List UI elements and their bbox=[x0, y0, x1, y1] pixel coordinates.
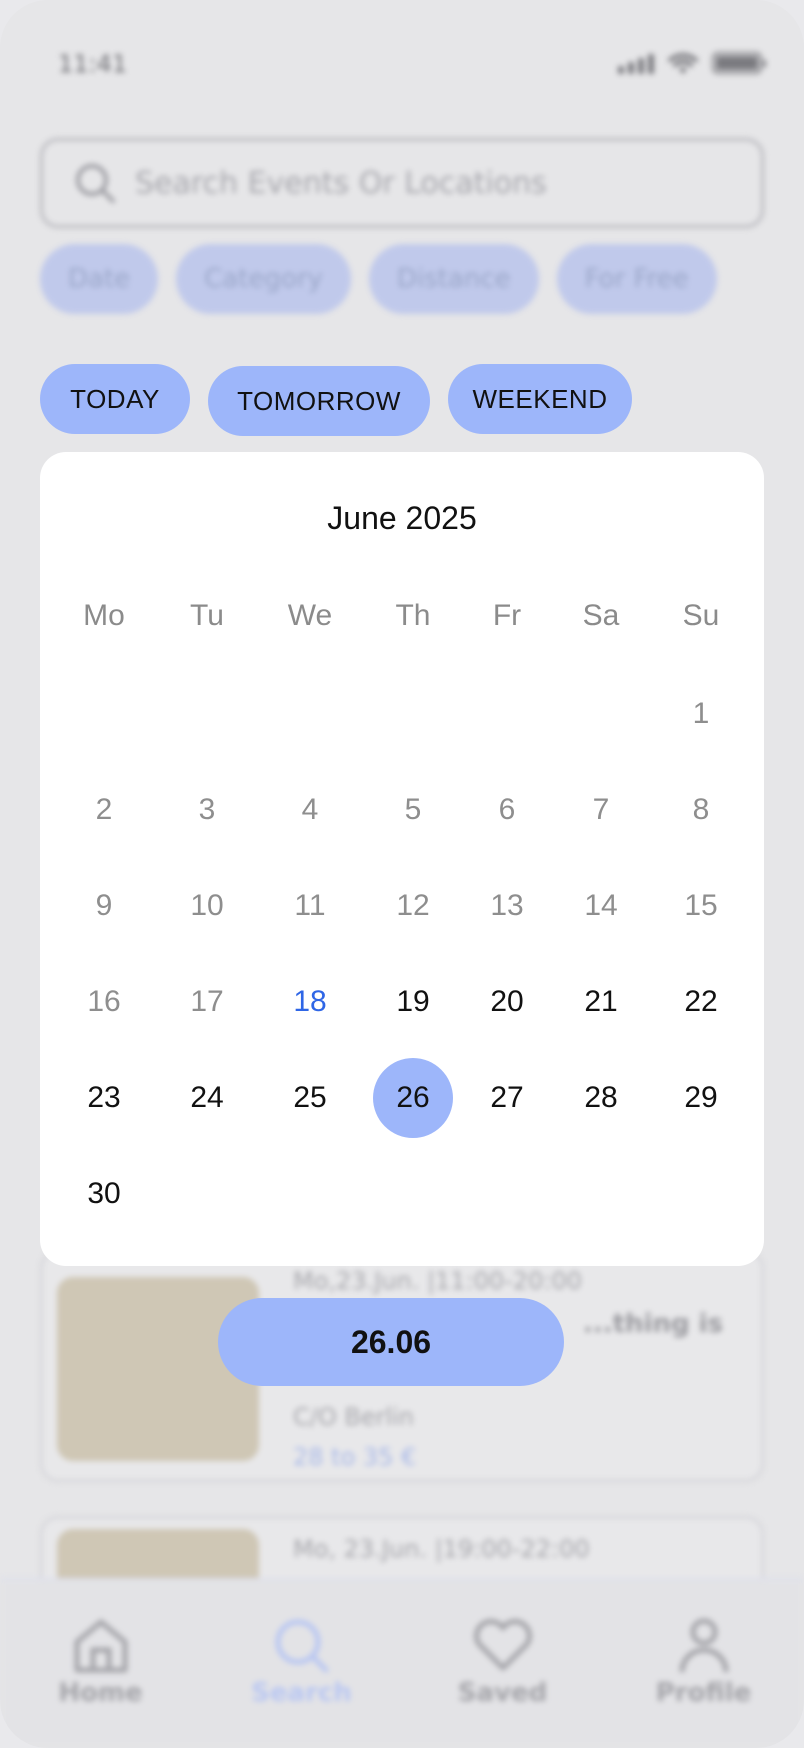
tab-bar: Home Search Saved Profile bbox=[0, 1578, 804, 1748]
calendar-day: 4 bbox=[301, 793, 319, 826]
search-icon bbox=[76, 164, 115, 203]
calendar-day: 7 bbox=[592, 793, 610, 826]
calendar-day: 6 bbox=[498, 793, 516, 826]
home-icon bbox=[74, 1619, 127, 1673]
event-price: 28 to 35 € bbox=[293, 1443, 417, 1471]
event-date: Mo, 23.Jun. |19:00-22:00 bbox=[293, 1535, 590, 1563]
tab-saved[interactable]: Saved bbox=[423, 1616, 583, 1708]
calendar-day[interactable]: 25 bbox=[270, 1058, 350, 1138]
search-placeholder: Search Events Or Locations bbox=[135, 165, 547, 201]
calendar-day-selected[interactable]: 26 bbox=[373, 1058, 453, 1138]
confirm-date-button[interactable]: 26.06 bbox=[218, 1298, 564, 1386]
calendar-day: 10 bbox=[190, 889, 224, 922]
weekday-header-tu: Tu bbox=[190, 599, 224, 632]
heart-icon bbox=[473, 1619, 532, 1671]
calendar-day[interactable]: 24 bbox=[167, 1058, 247, 1138]
filter-date[interactable]: Date bbox=[40, 244, 159, 314]
calendar-day[interactable]: 21 bbox=[561, 962, 641, 1042]
calendar-day: 16 bbox=[87, 985, 121, 1018]
calendar-day: 14 bbox=[584, 889, 618, 922]
event-title: ...thing is bbox=[583, 1309, 724, 1339]
tab-profile-label: Profile bbox=[655, 1678, 752, 1708]
weekday-header-fr: Fr bbox=[492, 599, 522, 632]
tab-saved-label: Saved bbox=[457, 1678, 548, 1708]
cellular-signal-icon bbox=[618, 54, 654, 74]
search-icon bbox=[275, 1619, 328, 1673]
status-icons bbox=[618, 52, 766, 74]
weekday-header-mo: Mo bbox=[83, 599, 125, 632]
calendar-day[interactable]: 29 bbox=[661, 1058, 741, 1138]
calendar-day: 1 bbox=[692, 697, 710, 730]
tab-profile[interactable]: Profile bbox=[624, 1616, 784, 1708]
calendar-day: 9 bbox=[95, 889, 113, 922]
calendar-day: 17 bbox=[190, 985, 224, 1018]
calendar-day[interactable]: 19 bbox=[373, 962, 453, 1042]
quick-date-chips: TODAY TOMORROW WEEKEND bbox=[40, 364, 632, 436]
tab-search-label: Search bbox=[251, 1678, 352, 1708]
calendar-day: 2 bbox=[95, 793, 113, 826]
filter-bar: Date Category Distance For Free bbox=[40, 244, 717, 314]
calendar-popup: June 2025 Mo Tu We Th Fr Sa Su 1 2 3 4 5 6 7 8 9 10 11 12 1… bbox=[40, 452, 764, 1266]
calendar-day[interactable]: 22 bbox=[661, 962, 741, 1042]
calendar-month-title: June 2025 bbox=[327, 500, 477, 536]
calendar-day: 8 bbox=[692, 793, 710, 826]
phone-screen: 11:41 Search Events Or Locations Date Ca… bbox=[0, 0, 804, 1748]
filter-distance[interactable]: Distance bbox=[368, 244, 539, 314]
calendar-day[interactable]: 23 bbox=[64, 1058, 144, 1138]
wifi-icon bbox=[668, 53, 698, 73]
chip-today[interactable]: TODAY bbox=[40, 364, 190, 434]
calendar-day: 5 bbox=[404, 793, 422, 826]
calendar-day: 3 bbox=[198, 793, 216, 826]
event-date: Mo,23.Jun. |11:00-20:00 bbox=[293, 1267, 583, 1295]
calendar-day: 13 bbox=[490, 889, 524, 922]
filter-category[interactable]: Category bbox=[176, 244, 351, 314]
calendar-day: 11 bbox=[294, 889, 326, 922]
weekday-header-su: Su bbox=[682, 599, 720, 632]
battery-icon bbox=[712, 52, 766, 74]
calendar-day[interactable]: 20 bbox=[467, 962, 547, 1042]
calendar-day[interactable]: 27 bbox=[467, 1058, 547, 1138]
weekday-header-sa: Sa bbox=[582, 599, 620, 632]
calendar-day[interactable]: 18 bbox=[270, 962, 350, 1042]
chip-weekend[interactable]: WEEKEND bbox=[448, 364, 632, 434]
calendar-day[interactable]: 28 bbox=[561, 1058, 641, 1138]
tab-home[interactable]: Home bbox=[21, 1616, 181, 1708]
calendar-day[interactable]: 30 bbox=[64, 1154, 144, 1234]
search-field[interactable]: Search Events Or Locations bbox=[40, 138, 764, 228]
tab-search[interactable]: Search bbox=[222, 1616, 382, 1708]
status-time: 11:41 bbox=[58, 50, 128, 78]
tab-home-label: Home bbox=[58, 1678, 143, 1708]
calendar-day: 15 bbox=[684, 889, 718, 922]
chip-tomorrow[interactable]: TOMORROW bbox=[208, 366, 430, 436]
filter-for-free[interactable]: For Free bbox=[556, 244, 717, 314]
event-location: C/O Berlin bbox=[293, 1403, 415, 1431]
weekday-header-th: Th bbox=[395, 599, 431, 632]
profile-icon bbox=[679, 1618, 728, 1673]
weekday-header-we: We bbox=[287, 599, 333, 632]
calendar-day: 12 bbox=[396, 889, 430, 922]
